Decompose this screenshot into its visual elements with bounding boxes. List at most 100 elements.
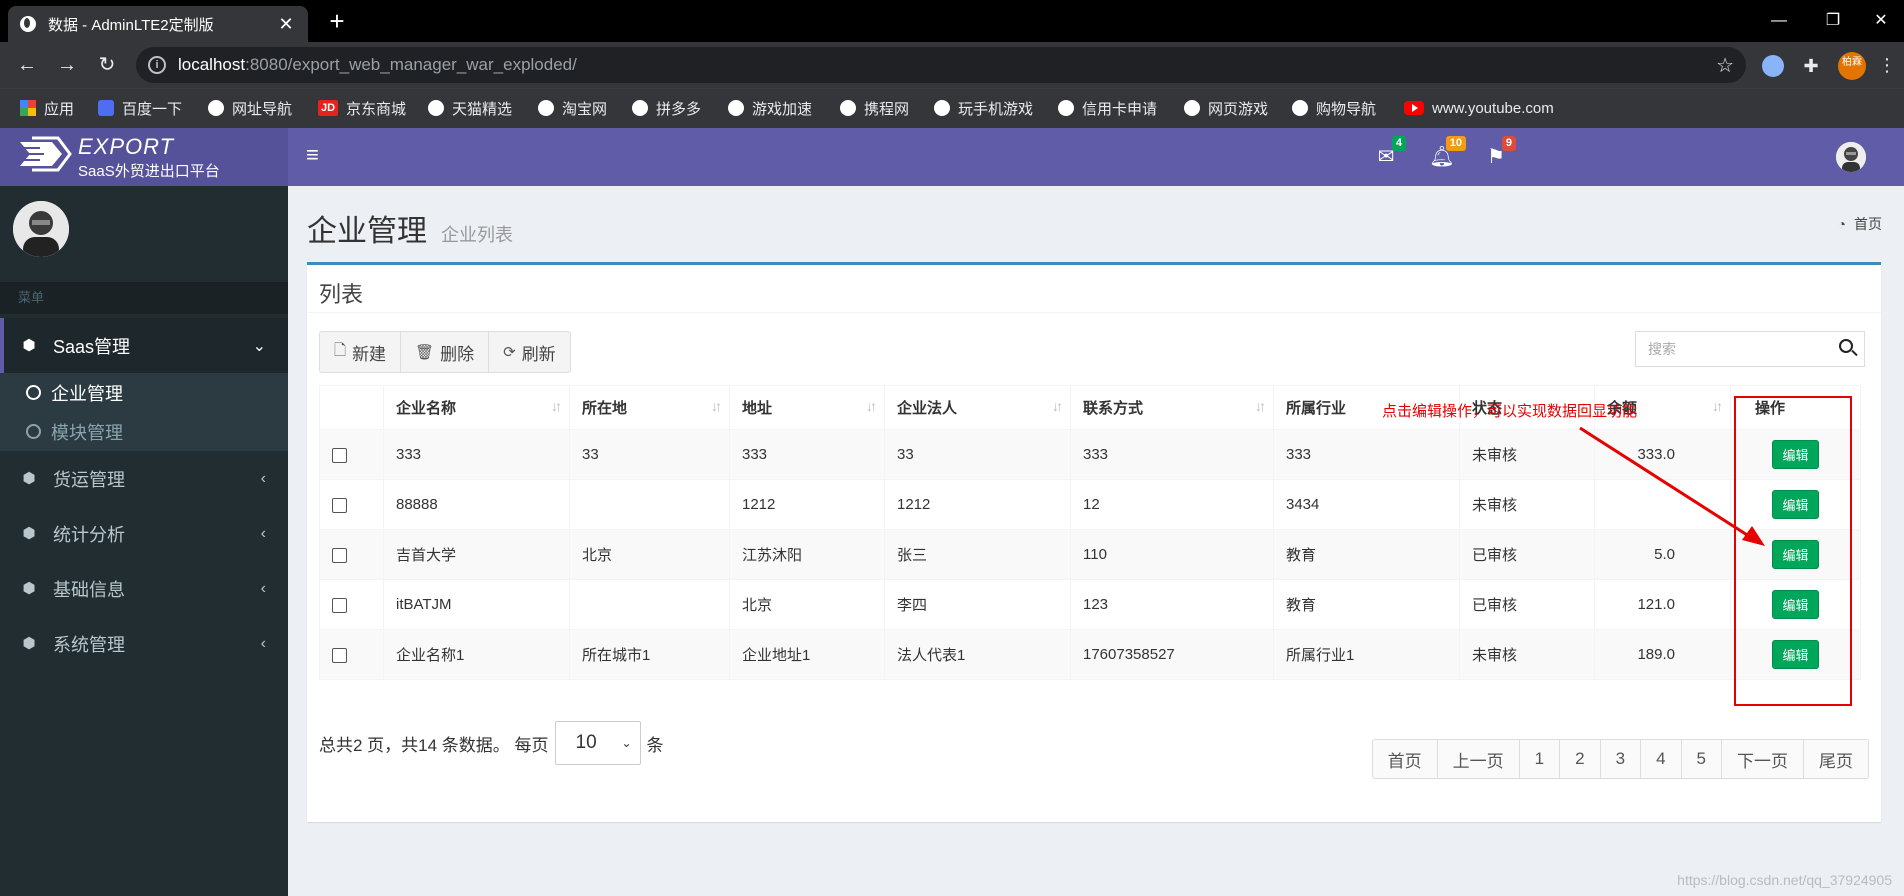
sidebar-item-saas[interactable]: ⬢ Saas管理 ⌄ <box>0 318 288 373</box>
page-title-text: 企业管理 <box>307 215 427 248</box>
cube-icon: ⬢ <box>22 524 36 542</box>
close-tab-icon[interactable]: ✕ <box>276 14 296 35</box>
bookmark-label: 购物导航 <box>1316 100 1377 118</box>
page-title: 企业管理 企业列表 <box>307 206 513 250</box>
row-checkbox[interactable] <box>332 597 347 613</box>
bell-icon[interactable]: 🔔︎ 10 <box>1426 136 1466 172</box>
table-cell-industry: 所属行业1 <box>1273 629 1460 680</box>
address-bar[interactable]: i localhost :8080/export_web_manager_war… <box>136 47 1746 83</box>
bookmark-label: 信用卡申请 <box>1082 100 1158 118</box>
row-checkbox[interactable] <box>332 547 347 563</box>
logo[interactable]: EXPORT SaaS外贸进出口平台 <box>0 128 288 186</box>
bookmark-label: 百度一下 <box>122 100 183 118</box>
sidebar-item-freight[interactable]: ⬢ 货运管理 ‹ <box>0 451 288 506</box>
envelope-icon[interactable]: ✉ 4 <box>1370 136 1406 172</box>
sidebar-subitem-label: 企业管理 <box>51 383 123 404</box>
page-size-select[interactable]: 10 ⌄ <box>554 721 641 765</box>
delete-button-label: 删除 <box>440 344 475 364</box>
bookmark-item[interactable]: 拼多多 <box>632 97 701 119</box>
breadcrumb-home[interactable]: 首页 <box>1854 214 1882 234</box>
bookmark-item[interactable]: 玩手机游戏 <box>934 97 1033 119</box>
bookmark-item[interactable]: JD 京东商城 <box>318 97 406 119</box>
menu-header: 菜单 <box>0 282 288 314</box>
bookmark-label: 网址导航 <box>232 100 293 118</box>
sidebar-item-stats[interactable]: ⬢ 统计分析 ‹ <box>0 506 288 561</box>
pagination-link[interactable]: 1 <box>1518 739 1561 779</box>
sort-icon: ↓↑ <box>551 398 562 414</box>
column-header[interactable]: 所在地 ↓↑ <box>569 385 730 430</box>
bookmark-item[interactable]: 应用 <box>20 97 74 119</box>
sidebar-item-system[interactable]: ⬢ 系统管理 ‹ <box>0 616 288 671</box>
refresh-button[interactable]: ⟳ 刷新 <box>488 331 571 373</box>
globe-icon <box>840 100 856 116</box>
watermark: https://blog.csdn.net/qq_37924905 <box>1677 872 1892 888</box>
pagination-link[interactable]: 5 <box>1680 739 1722 779</box>
extension-icon[interactable] <box>1762 55 1784 77</box>
bookmark-item[interactable]: 购物导航 <box>1292 97 1376 119</box>
row-checkbox[interactable] <box>332 497 347 513</box>
menu-kebab-icon[interactable]: ⋮ <box>1872 50 1902 80</box>
globe-icon <box>1184 100 1200 116</box>
table-cell-balance: 121.0 <box>1594 579 1731 630</box>
bookmark-label: 网页游戏 <box>1208 100 1269 118</box>
pagination-link[interactable]: 上一页 <box>1436 739 1520 779</box>
pagination-link[interactable]: 尾页 <box>1803 739 1869 779</box>
bookmark-item[interactable]: 网址导航 <box>208 97 292 119</box>
sidebar-toggle-icon[interactable]: ≡ <box>306 144 324 166</box>
bookmark-item[interactable]: 天猫精选 <box>428 97 512 119</box>
bookmark-label: 游戏加速 <box>752 100 813 118</box>
browser-tab[interactable]: 数据 - AdminLTE2定制版 ✕ <box>8 6 308 42</box>
annotation-highlight-box <box>1734 396 1852 706</box>
column-header[interactable]: 地址 ↓↑ <box>729 385 885 430</box>
close-window-icon[interactable]: ✕ <box>1856 6 1904 36</box>
reload-icon[interactable]: ↻ <box>92 50 122 80</box>
site-info-icon[interactable]: i <box>148 56 166 74</box>
bookmark-item[interactable]: 淘宝网 <box>538 97 607 119</box>
profile-avatar[interactable]: 柏霖 <box>1838 52 1866 80</box>
row-checkbox[interactable] <box>332 447 347 463</box>
jd-logo-icon: JD <box>318 100 338 116</box>
row-checkbox-cell <box>319 479 384 530</box>
user-avatar[interactable] <box>1836 142 1866 172</box>
logo-mark-icon <box>18 136 72 172</box>
pagination-link[interactable]: 4 <box>1640 739 1682 779</box>
globe-icon <box>208 100 224 116</box>
maximize-icon[interactable]: ❐ <box>1808 6 1858 36</box>
search-input[interactable] <box>1636 332 1829 366</box>
forward-icon[interactable]: → <box>52 50 82 80</box>
puzzle-icon[interactable]: ✚ <box>1800 55 1822 77</box>
column-header[interactable]: 联系方式 ↓↑ <box>1070 385 1274 430</box>
bookmark-item[interactable]: 百度一下 <box>98 97 182 119</box>
bookmark-item[interactable]: 信用卡申请 <box>1058 97 1157 119</box>
flag-icon[interactable]: ⚑ 9 <box>1480 136 1516 172</box>
sidebar-subitem-module[interactable]: 模块管理 <box>0 412 288 451</box>
column-header[interactable]: 企业名称 ↓↑ <box>383 385 570 430</box>
table-cell-legal: 1212 <box>884 479 1071 530</box>
pagination-link[interactable]: 首页 <box>1371 739 1438 779</box>
delete-button[interactable]: 🗑︎ 删除 <box>400 331 490 373</box>
row-checkbox[interactable] <box>332 647 347 663</box>
bookmark-item[interactable]: 网页游戏 <box>1184 97 1268 119</box>
back-icon[interactable]: ← <box>12 50 42 80</box>
pagination-link[interactable]: 3 <box>1599 739 1642 779</box>
sidebar-item-basic[interactable]: ⬢ 基础信息 ‹ <box>0 561 288 616</box>
pagination-link[interactable]: 2 <box>1559 739 1601 779</box>
logo-brand: EXPORT <box>78 134 175 159</box>
sidebar-subitem-company[interactable]: 企业管理 <box>0 373 288 412</box>
sidebar-item-label: 货运管理 <box>53 469 125 490</box>
sidebar-item-label: 统计分析 <box>53 524 125 545</box>
bookmark-item[interactable]: 游戏加速 <box>728 97 812 119</box>
bookmark-item[interactable]: www.youtube.com <box>1404 97 1554 119</box>
minimize-icon[interactable]: — <box>1754 6 1804 36</box>
bookmark-star-icon[interactable]: ☆ <box>1716 53 1734 78</box>
search-icon[interactable] <box>1829 332 1864 366</box>
table-cell-name: 企业名称1 <box>383 629 570 680</box>
new-tab-button[interactable]: + <box>322 8 352 38</box>
new-button[interactable]: 🗋︎ 新建 <box>319 331 402 373</box>
apps-grid-icon <box>20 100 36 116</box>
table-cell-phone: 333 <box>1070 429 1274 480</box>
bookmark-item[interactable]: 携程网 <box>840 97 909 119</box>
column-header[interactable]: 企业法人 ↓↑ <box>884 385 1071 430</box>
breadcrumb: ◔ 首页 <box>1838 214 1882 234</box>
pagination-link[interactable]: 下一页 <box>1721 739 1804 779</box>
